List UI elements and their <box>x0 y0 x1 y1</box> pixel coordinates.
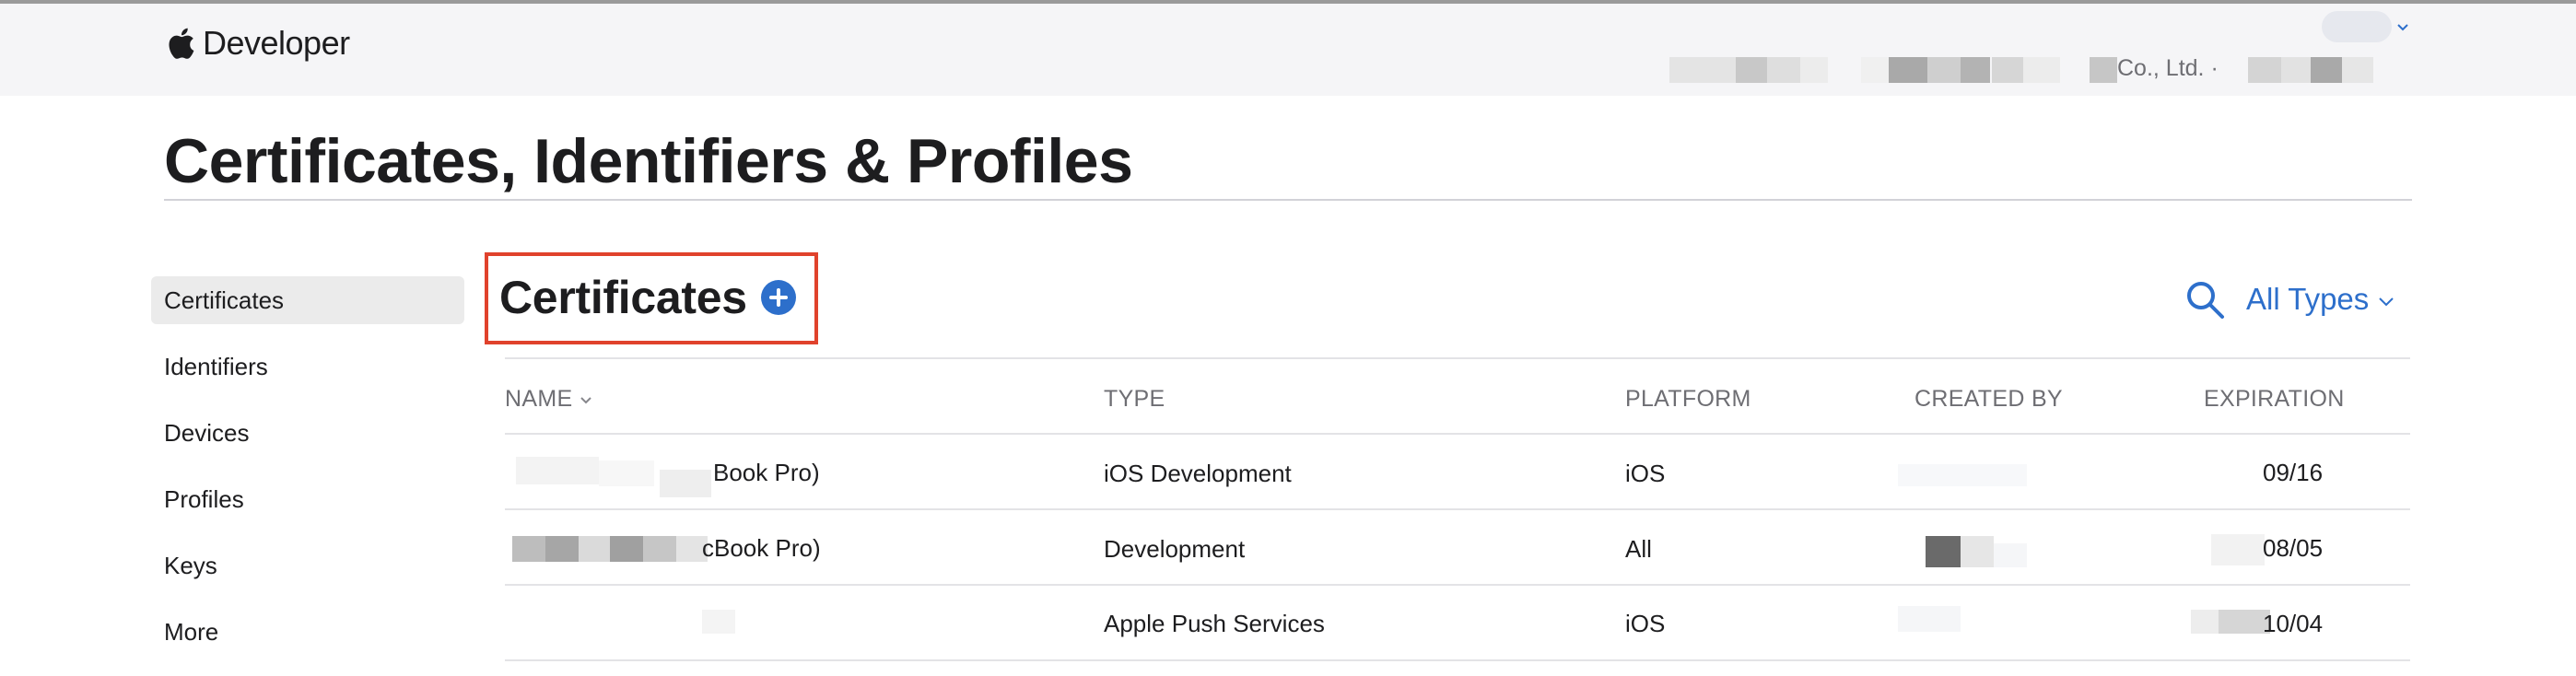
cell-name: Book Pro) <box>713 459 820 486</box>
cell-type: Development <box>1104 535 1246 563</box>
redacted-block <box>660 470 711 497</box>
cell-created-by-redacted <box>1898 606 1961 632</box>
row-divider <box>505 584 2410 586</box>
cell-created-by-redacted <box>1926 536 1961 567</box>
redacted-block <box>2211 534 2265 565</box>
cell-type: Apple Push Services <box>1104 610 1325 637</box>
column-header-platform[interactable]: PLATFORM <box>1625 383 1751 414</box>
redacted-block <box>512 536 545 562</box>
cell-expiration: 10/04 <box>2263 610 2324 637</box>
redacted-block <box>1994 543 2027 567</box>
search-icon[interactable] <box>2184 278 2228 322</box>
sidebar-nav: Certificates Identifiers Devices Profile… <box>151 276 464 674</box>
section-title: Certificates <box>499 272 747 323</box>
cell-platform: iOS <box>1625 610 1666 637</box>
chevron-down-icon <box>2379 297 2395 307</box>
column-header-expiration[interactable]: EXPIRATION <box>2204 383 2345 414</box>
redacted-block <box>599 460 654 486</box>
column-header-name-label: NAME <box>505 386 573 412</box>
row-divider <box>505 508 2410 510</box>
page-title: Certificates, Identifiers & Profiles <box>164 126 1133 196</box>
column-header-created-by[interactable]: CREATED BY <box>1914 383 2063 414</box>
redacted-block <box>1961 536 1994 567</box>
sidebar-item-profiles[interactable]: Profiles <box>151 475 464 523</box>
column-header-name[interactable]: NAME <box>505 383 592 414</box>
redacted-block <box>643 536 676 562</box>
sidebar-item-devices[interactable]: Devices <box>151 409 464 457</box>
cell-expiration: 08/05 <box>2263 534 2324 562</box>
chevron-down-icon[interactable] <box>2395 20 2410 35</box>
redacted-block <box>702 610 735 634</box>
column-header-type[interactable]: TYPE <box>1104 383 1165 414</box>
apple-logo-icon <box>169 28 194 59</box>
cell-type: iOS Development <box>1104 460 1292 487</box>
cell-expiration: 09/16 <box>2263 459 2324 486</box>
sidebar-item-keys[interactable]: Keys <box>151 542 464 589</box>
cell-platform: All <box>1625 535 1652 563</box>
redacted-block <box>579 536 610 562</box>
cell-name: cBook Pro) <box>702 534 821 562</box>
sidebar-item-identifiers[interactable]: Identifiers <box>151 343 464 390</box>
redacted-block <box>516 457 599 484</box>
account-menu[interactable] <box>2322 11 2392 42</box>
account-org-label: Co., Ltd. · <box>2117 55 2219 81</box>
global-header: Developer Co., Ltd. · <box>0 4 2576 96</box>
sort-chevron-icon <box>580 397 592 404</box>
type-filter-label: All Types <box>2246 282 2370 316</box>
sidebar-item-certificates[interactable]: Certificates <box>151 276 464 324</box>
redacted-block <box>2191 610 2219 634</box>
cell-platform: iOS <box>1625 460 1666 487</box>
sidebar-item-more[interactable]: More <box>151 608 464 656</box>
table-top-rule <box>505 357 2410 359</box>
redacted-block <box>545 536 579 562</box>
redacted-block <box>610 536 643 562</box>
brand-label: Developer <box>203 24 350 62</box>
table-header-rule <box>505 433 2410 435</box>
title-divider <box>164 199 2412 201</box>
type-filter-dropdown[interactable]: All Types <box>2246 276 2395 322</box>
row-divider <box>505 659 2410 661</box>
developer-logo-link[interactable]: Developer <box>164 24 350 63</box>
cell-created-by-redacted <box>1898 464 2027 486</box>
add-certificate-button[interactable] <box>761 280 796 315</box>
